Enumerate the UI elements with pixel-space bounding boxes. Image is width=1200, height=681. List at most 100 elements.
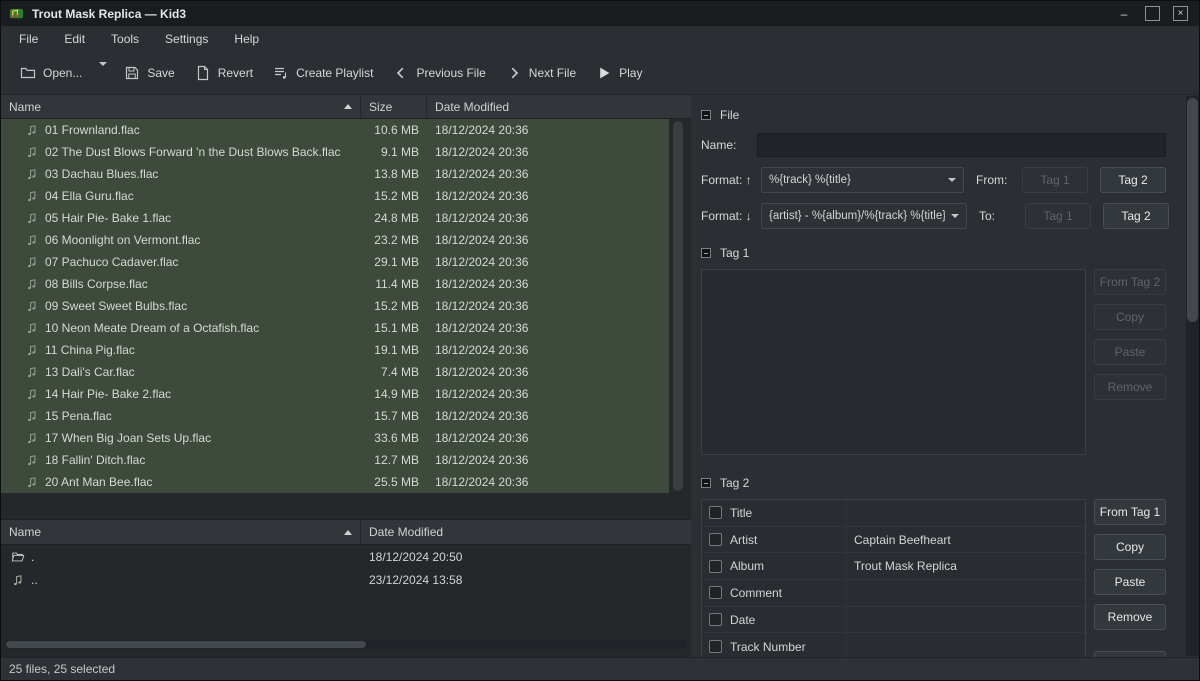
toolbar-create-playlist-button[interactable]: Create Playlist — [264, 57, 382, 89]
music-note-icon — [25, 431, 39, 445]
filename-input[interactable] — [757, 133, 1166, 157]
music-note-icon — [25, 343, 39, 357]
to-tag2-button[interactable]: Tag 2 — [1103, 203, 1169, 229]
file-name: 06 Moonlight on Vermont.flac — [45, 233, 361, 247]
toolbar-open-button[interactable]: Open... — [11, 57, 91, 89]
menu-tools[interactable]: Tools — [101, 29, 149, 49]
toolbar: Open... SaveRevertCreate PlaylistPrevious… — [1, 51, 1199, 95]
open-dropdown-button[interactable] — [93, 58, 113, 88]
horizontal-scrollbar-thumb[interactable] — [6, 641, 366, 648]
field-value[interactable] — [846, 580, 1085, 606]
table-row[interactable]: 08 Bills Corpse.flac11.4 MB18/12/2024 20… — [1, 273, 669, 295]
dir-column-header-date-modified[interactable]: Date Modified — [361, 520, 691, 544]
file-date-modified: 18/12/2024 20:36 — [427, 233, 528, 247]
tag1-field-list[interactable] — [701, 269, 1086, 455]
table-row[interactable]: 10 Neon Meate Dream of a Octafish.flac15… — [1, 317, 669, 339]
file-size: 24.8 MB — [361, 211, 427, 225]
file-section-header: File — [701, 105, 1166, 125]
file-date-modified: 18/12/2024 20:36 — [427, 211, 528, 225]
field-checkbox[interactable] — [709, 560, 722, 573]
table-row[interactable]: 07 Pachuco Cadaver.flac29.1 MB18/12/2024… — [1, 251, 669, 273]
tag1-copy-button[interactable]: Copy — [1094, 304, 1166, 330]
tag1-remove-button[interactable]: Remove — [1094, 374, 1166, 400]
tag1-paste-button[interactable]: Paste — [1094, 339, 1166, 365]
revert-icon — [195, 65, 211, 81]
field-value[interactable] — [846, 633, 1085, 657]
dir-table-header: Name Date Modified — [1, 519, 691, 545]
field-value[interactable] — [846, 607, 1085, 633]
maximize-button[interactable] — [1145, 6, 1160, 21]
close-button[interactable]: × — [1173, 6, 1188, 21]
menubar: File Edit Tools Settings Help — [1, 26, 1199, 51]
field-value[interactable]: Captain Beefheart — [846, 527, 1085, 553]
music-note-icon — [25, 365, 39, 379]
table-row[interactable]: 18 Fallin' Ditch.flac12.7 MB18/12/2024 2… — [1, 449, 669, 471]
tag1-button-column: From Tag 2 Copy Paste Remove — [1094, 269, 1166, 400]
from-tag2-button[interactable]: Tag 2 — [1100, 167, 1166, 193]
table-row[interactable]: 09 Sweet Sweet Bulbs.flac15.2 MB18/12/20… — [1, 295, 669, 317]
file-list-scrollbar-thumb[interactable] — [673, 121, 683, 491]
table-row[interactable]: 02 The Dust Blows Forward 'n the Dust Bl… — [1, 141, 669, 163]
tag2-copy-button[interactable]: Copy — [1094, 534, 1166, 560]
tag2-from-tag-1-button[interactable]: From Tag 1 — [1094, 499, 1166, 525]
field-checkbox[interactable] — [709, 613, 722, 626]
table-row[interactable]: 13 Dali's Car.flac7.4 MB18/12/2024 20:36 — [1, 361, 669, 383]
tag-panel-vertical-scrollbar[interactable] — [1186, 96, 1199, 656]
toolbar-revert-button[interactable]: Revert — [186, 57, 262, 89]
file-size: 19.1 MB — [361, 343, 427, 357]
dir-column-header-name[interactable]: Name — [1, 520, 361, 544]
column-header-size[interactable]: Size — [361, 95, 427, 118]
column-header-name[interactable]: Name — [1, 95, 361, 118]
table-row[interactable]: 15 Pena.flac15.7 MB18/12/2024 20:36 — [1, 405, 669, 427]
file-name: 17 When Big Joan Sets Up.flac — [45, 431, 361, 445]
table-row[interactable]: 01 Frownland.flac10.6 MB18/12/2024 20:36 — [1, 119, 669, 141]
menu-file[interactable]: File — [9, 29, 48, 49]
table-row[interactable]: 06 Moonlight on Vermont.flac23.2 MB18/12… — [1, 229, 669, 251]
tag-panel-scrollbar-thumb[interactable] — [1187, 98, 1198, 322]
tag2-paste-button[interactable]: Paste — [1094, 569, 1166, 595]
dir-row[interactable]: ..23/12/2024 13:58 — [1, 568, 691, 591]
field-checkbox[interactable] — [709, 533, 722, 546]
column-header-date-modified[interactable]: Date Modified — [427, 95, 691, 118]
to-tag1-button[interactable]: Tag 1 — [1025, 203, 1091, 229]
tag2-field-row: Comment — [702, 580, 1085, 607]
dir-row[interactable]: .18/12/2024 20:50 — [1, 545, 691, 568]
from-tag1-button[interactable]: Tag 1 — [1022, 167, 1088, 193]
table-row[interactable]: 04 Ella Guru.flac15.2 MB18/12/2024 20:36 — [1, 185, 669, 207]
music-note-icon — [25, 189, 39, 203]
minimize-button[interactable]: – — [1111, 4, 1137, 23]
format-from-combobox[interactable]: %{track} %{title} — [761, 167, 964, 193]
field-checkbox[interactable] — [709, 640, 722, 653]
tag2-remove-button[interactable]: Remove — [1094, 604, 1166, 630]
table-row[interactable]: 05 Hair Pie- Bake 1.flac24.8 MB18/12/202… — [1, 207, 669, 229]
file-size: 25.5 MB — [361, 475, 427, 489]
menu-settings[interactable]: Settings — [155, 29, 218, 49]
collapse-toggle-icon[interactable] — [701, 248, 711, 258]
field-value[interactable]: Trout Mask Replica — [846, 553, 1085, 579]
file-date-modified: 18/12/2024 20:36 — [427, 431, 528, 445]
toolbar-play-button[interactable]: Play — [587, 57, 651, 89]
field-checkbox[interactable] — [709, 586, 722, 599]
menu-help[interactable]: Help — [224, 29, 269, 49]
menu-edit[interactable]: Edit — [54, 29, 95, 49]
table-row[interactable]: 03 Dachau Blues.flac13.8 MB18/12/2024 20… — [1, 163, 669, 185]
sort-ascending-indicator-icon — [344, 530, 352, 535]
collapse-toggle-icon[interactable] — [701, 110, 711, 120]
toolbar-previous-file-button[interactable]: Previous File — [384, 57, 494, 89]
table-row[interactable]: 17 When Big Joan Sets Up.flac33.6 MB18/1… — [1, 427, 669, 449]
toolbar-next-file-button[interactable]: Next File — [497, 57, 585, 89]
toolbar-save-button[interactable]: Save — [115, 57, 183, 89]
field-checkbox[interactable] — [709, 506, 722, 519]
horizontal-scrollbar[interactable] — [5, 640, 687, 649]
collapse-toggle-icon[interactable] — [701, 478, 711, 488]
table-row[interactable]: 14 Hair Pie- Bake 2.flac14.9 MB18/12/202… — [1, 383, 669, 405]
tag1-from-tag-2-button[interactable]: From Tag 2 — [1094, 269, 1166, 295]
folder-open-icon — [11, 550, 25, 564]
table-row[interactable]: 11 China Pig.flac19.1 MB18/12/2024 20:36 — [1, 339, 669, 361]
file-name: 09 Sweet Sweet Bulbs.flac — [45, 299, 361, 313]
field-value[interactable] — [846, 500, 1085, 526]
format-to-combobox[interactable]: {artist} - %{album}/%{track} %{title} — [761, 203, 967, 229]
file-list-vertical-scrollbar[interactable] — [672, 120, 684, 492]
table-row[interactable]: 20 Ant Man Bee.flac25.5 MB18/12/2024 20:… — [1, 471, 669, 493]
tag2-field-row: AlbumTrout Mask Replica — [702, 553, 1085, 580]
